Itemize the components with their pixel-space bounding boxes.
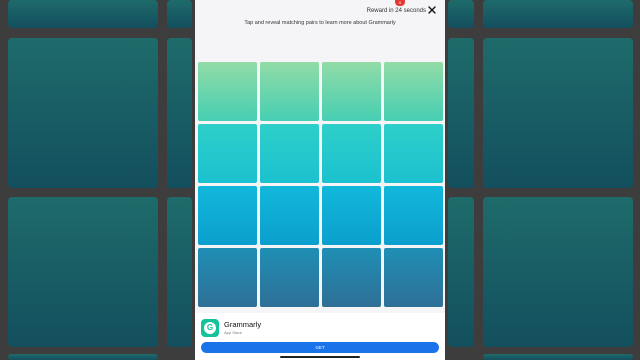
background-tile xyxy=(448,197,474,347)
home-indicator xyxy=(280,356,360,358)
memory-card[interactable] xyxy=(198,186,257,245)
memory-card-grid xyxy=(198,62,443,307)
memory-card[interactable] xyxy=(322,248,381,307)
memory-card[interactable] xyxy=(384,124,443,183)
background-tile xyxy=(8,0,158,28)
close-icon[interactable] xyxy=(427,5,437,15)
memory-card[interactable] xyxy=(384,186,443,245)
memory-card[interactable] xyxy=(198,248,257,307)
background-tile xyxy=(8,354,158,360)
memory-card[interactable] xyxy=(260,124,319,183)
app-store-label: App Store xyxy=(224,330,242,335)
app-name: Grammarly xyxy=(224,320,262,329)
memory-card[interactable] xyxy=(260,186,319,245)
background-tile xyxy=(483,38,633,188)
memory-card[interactable] xyxy=(322,62,381,121)
get-button[interactable]: GET xyxy=(201,342,439,353)
memory-card[interactable] xyxy=(260,62,319,121)
game-instructions: Tap and reveal matching pairs to learn m… xyxy=(244,20,396,26)
background-tile xyxy=(448,0,474,28)
background-tile xyxy=(483,197,633,347)
memory-card[interactable] xyxy=(384,62,443,121)
background-tile xyxy=(448,38,474,188)
app-install-bar: G Grammarly App Store GET xyxy=(195,313,445,360)
grammarly-logo-icon: G xyxy=(201,319,219,337)
background-tile xyxy=(167,197,192,347)
reward-countdown: Reward in 24 seconds xyxy=(366,8,426,14)
background-tile xyxy=(483,354,633,360)
memory-card[interactable] xyxy=(322,186,381,245)
memory-card[interactable] xyxy=(322,124,381,183)
background-tile xyxy=(8,38,158,188)
notification-badge: 0 xyxy=(395,0,405,6)
ad-panel: 0 Reward in 24 seconds Tap and reveal ma… xyxy=(195,0,445,360)
memory-card[interactable] xyxy=(198,62,257,121)
background-tile xyxy=(167,0,192,28)
memory-card[interactable] xyxy=(260,248,319,307)
memory-card[interactable] xyxy=(198,124,257,183)
background-tile xyxy=(167,38,192,188)
memory-card[interactable] xyxy=(384,248,443,307)
background-tile xyxy=(8,197,158,347)
background-tile xyxy=(483,0,633,28)
